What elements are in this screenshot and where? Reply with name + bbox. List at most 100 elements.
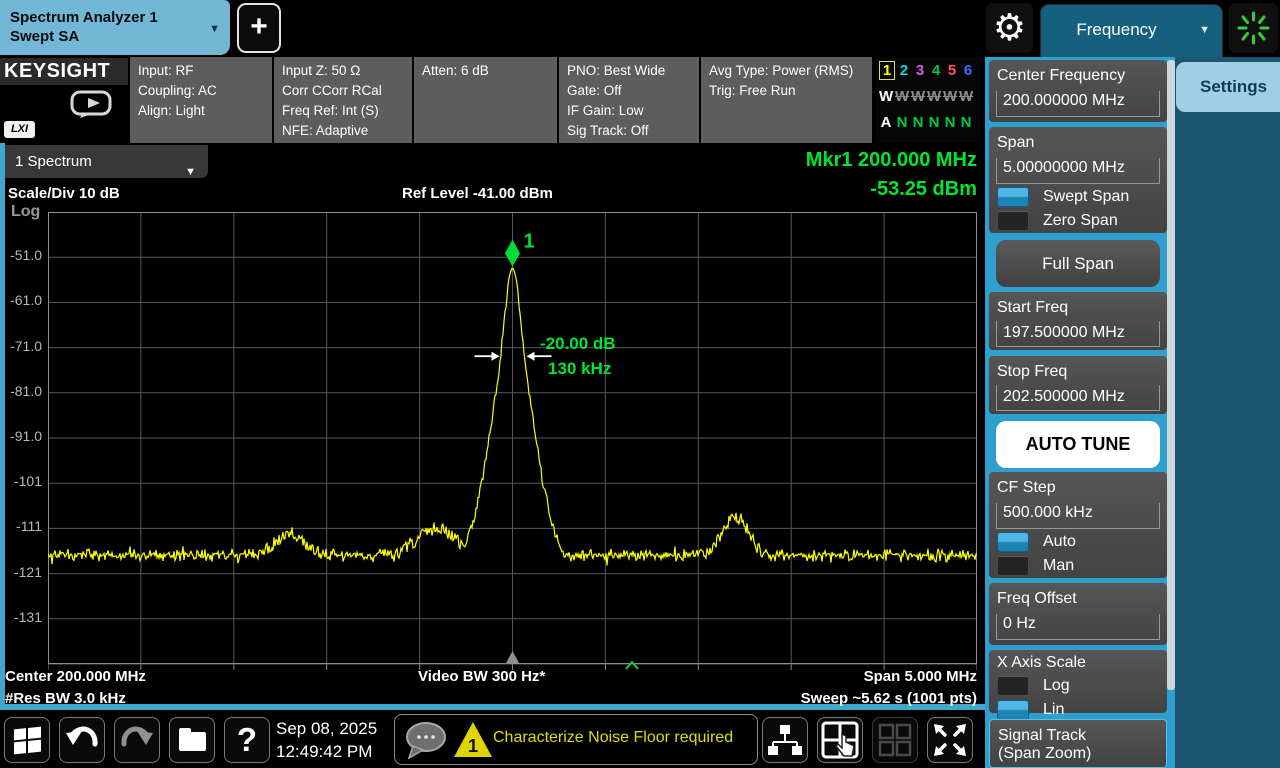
alert-message: Characterize Noise Floor required [493,729,733,747]
swept-span-toggle-indicator [997,187,1029,207]
trace-numbers: 12 34 56 [876,57,980,83]
datetime-display[interactable]: Sep 08, 2025 12:49:42 PM [276,717,394,763]
y-tick-label: -61.0 [0,292,42,308]
auto-toggle-indicator [997,532,1029,552]
bw-annotation-width: 130 kHz [548,359,611,379]
trace-active-row: AN NN NN [876,109,980,135]
full-span-button[interactable]: Full Span [996,240,1160,287]
x-axis-scale-button[interactable]: X Axis Scale Log Lin [989,650,1167,713]
y-tick-label: -51.0 [0,247,42,263]
tab-settings[interactable]: Settings [1176,62,1280,112]
signal-track-button[interactable]: Signal Track (Span Zoom) [989,719,1167,768]
window-selector-dropdown[interactable]: 1 Spectrum ▼ [5,145,208,178]
layout-grid-button[interactable] [872,717,918,763]
freq-offset-button[interactable]: Freq Offset 0 Hz [989,583,1167,645]
center-frequency-button[interactable]: Center Frequency 200.000000 MHz [989,60,1167,122]
fullscreen-button[interactable] [927,717,973,763]
undo-icon [60,718,104,762]
y-tick-label: -131 [0,609,42,625]
grid-2x2-icon [873,718,917,762]
gear-icon: ⚙ [993,7,1026,48]
question-mark-icon: ? [237,721,257,758]
zero-span-toggle-indicator [997,211,1029,231]
alert-status-area[interactable]: 1 Characterize Noise Floor required [394,714,758,765]
header-col-atten[interactable]: Atten: 6 dB [414,57,557,143]
block-diagram-icon [763,718,807,762]
expand-arrows-icon [928,718,972,762]
hand-on-grid-icon [818,718,862,762]
y-tick-label: -71.0 [0,338,42,354]
y-tick-label: -101 [0,473,42,489]
warning-triangle-icon: 1 [453,720,493,760]
window-select-button[interactable] [817,717,863,763]
bw-annotation-delta: -20.00 dB [540,334,616,354]
spectrum-plot[interactable]: 1 [48,212,977,682]
x-axis-log-option[interactable]: Log [989,674,1167,696]
menu-selector-frequency[interactable]: Frequency ▼ [1040,4,1223,57]
y-tick-label: -81.0 [0,383,42,399]
svg-text:1: 1 [468,736,478,756]
stop-freq-button[interactable]: Stop Freq 202.500000 MHz [989,356,1167,414]
trace-write-row: WW WW WW [876,83,980,109]
screen-mirror-icon [70,90,114,118]
start-freq-button[interactable]: Start Freq 197.500000 MHz [989,292,1167,350]
svg-text:1: 1 [524,230,535,252]
analyzer-screen: Spectrum Analyzer 1 Swept SA ▼ + ⚙ Frequ… [0,0,1280,768]
folder-icon [179,732,206,751]
menu-selector-label: Frequency [1041,20,1192,40]
windows-logo-icon [14,727,41,755]
lin-toggle-indicator [997,700,1029,720]
header-col-avg[interactable]: Avg Type: Power (RMS) Trig: Free Run [701,57,872,143]
sweep-annotation: Sweep ~5.62 s (1001 pts) [801,690,977,707]
y-tick-label: -121 [0,564,42,580]
log-scale-label: Log [11,203,40,221]
value-underline [996,91,1160,117]
cf-step-man-option[interactable]: Man [989,554,1167,576]
header-col-input[interactable]: Input: RF Coupling: AC Align: Light [130,57,272,143]
windows-start-button[interactable] [4,717,50,763]
header-col-inputz[interactable]: Input Z: 50 Ω Corr CCorr RCal Freq Ref: … [274,57,412,143]
mode-tab-subtitle: Swept SA [10,27,230,46]
redo-icon [115,718,159,762]
file-explorer-button[interactable] [169,717,215,763]
message-bubble-icon [401,718,451,762]
cf-step-button[interactable]: CF Step 500.000 kHz Auto Man [989,472,1167,578]
time-text: 12:49:42 PM [276,740,394,763]
date-text: Sep 08, 2025 [276,717,394,740]
help-button[interactable]: ? [224,717,270,763]
mode-tab-swept-sa[interactable]: Spectrum Analyzer 1 Swept SA ▼ [0,0,230,55]
swept-span-option[interactable]: Swept Span [989,185,1167,207]
marker-readout-freq: Mkr1 200.000 MHz [647,149,977,172]
redo-button[interactable] [114,717,160,763]
scale-div-label: Scale/Div 10 dB [8,185,120,202]
y-tick-label: -91.0 [0,428,42,444]
trace-status-block[interactable]: 12 34 56 WW WW WW AN NN NN [876,57,980,143]
chevron-down-icon: ▼ [209,20,220,39]
system-settings-button[interactable]: ⚙ [986,3,1033,53]
marker-readout-level: -53.25 dBm [647,178,977,201]
log-toggle-indicator [997,676,1029,696]
spinner-icon [1229,3,1278,53]
cf-step-auto-option[interactable]: Auto [989,530,1167,552]
value-underline [996,503,1160,529]
value-underline [996,614,1160,640]
block-diagram-button[interactable] [762,717,808,763]
y-tick-label: -111 [0,518,42,534]
chevron-down-icon: ▼ [1199,24,1210,36]
man-toggle-indicator [997,556,1029,576]
busy-indicator-button[interactable] [1229,3,1278,53]
value-underline [996,158,1160,184]
x-axis-lin-option[interactable]: Lin [989,698,1167,720]
res-bw-annotation: #Res BW 3.0 kHz [5,690,126,707]
header-col-pno[interactable]: PNO: Best Wide Gate: Off IF Gain: Low Si… [559,57,699,143]
chevron-down-icon: ▼ [185,156,196,189]
zero-span-option[interactable]: Zero Span [989,209,1167,231]
mode-tab-title: Spectrum Analyzer 1 [10,8,230,27]
value-underline [996,321,1160,347]
add-mode-button[interactable]: + [237,3,281,53]
menu-scrollbar[interactable] [1167,60,1175,690]
auto-tune-button[interactable]: AUTO TUNE [996,421,1160,468]
span-button[interactable]: Span 5.00000000 MHz Swept Span Zero Span [989,127,1167,233]
ref-level-label: Ref Level -41.00 dBm [402,185,553,202]
undo-button[interactable] [59,717,105,763]
